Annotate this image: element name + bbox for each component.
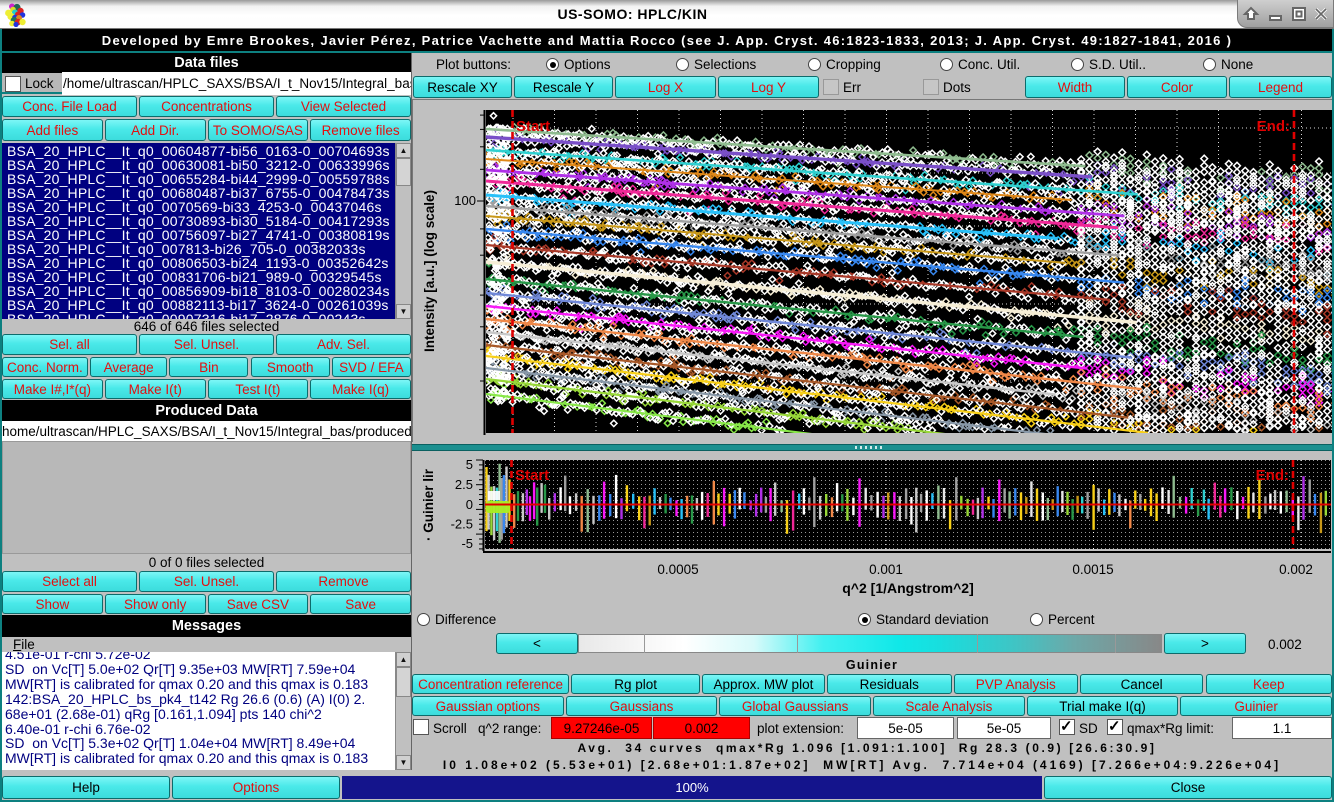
svg-text:Start: Start bbox=[515, 467, 549, 484]
svg-text:100: 100 bbox=[454, 193, 476, 208]
svg-text:0.001: 0.001 bbox=[869, 562, 903, 577]
svg-text:0.002: 0.002 bbox=[1279, 562, 1313, 577]
svg-text:q^2 [1/Angstrom^2]: q^2 [1/Angstrom^2] bbox=[842, 580, 973, 596]
svg-text:5: 5 bbox=[466, 457, 473, 472]
svg-text:0.0015: 0.0015 bbox=[1072, 562, 1113, 577]
svg-text:-2.5: -2.5 bbox=[451, 517, 473, 532]
svg-text:Intensity [a.u.] (log scale): Intensity [a.u.] (log scale) bbox=[422, 190, 437, 352]
svg-text:End:: End: bbox=[1257, 118, 1290, 135]
svg-text:· Guinier lir: · Guinier lir bbox=[421, 468, 436, 541]
svg-text:0.0005: 0.0005 bbox=[657, 562, 698, 577]
svg-text:2.5: 2.5 bbox=[455, 477, 473, 492]
svg-text:Start: Start bbox=[516, 118, 550, 135]
svg-text:0: 0 bbox=[466, 497, 473, 512]
svg-text:End:: End: bbox=[1256, 467, 1289, 484]
svg-text:-5: -5 bbox=[461, 536, 473, 551]
